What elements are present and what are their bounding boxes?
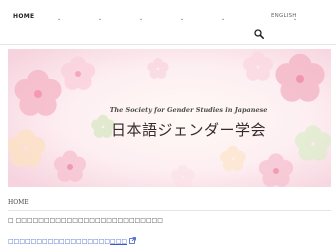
announcement-line: □□□□□□□□□□□□□□□□□□□□□ [8,237,136,245]
floral-background [8,49,331,187]
nav-home-link[interactable]: HOME [13,13,34,20]
nav-menu-5-chevron-down-icon[interactable]: ⌄ [221,16,225,22]
breadcrumb[interactable]: HOME [8,199,29,206]
announcement-text: □□□□□□□□□□□□□□□□□□ [8,238,111,245]
notice-text: □ □□□□□□□□□□□□□□□□□□□□□□□□□□ [8,217,163,224]
society-english-name: The Society for Gender Studies in Japane… [109,106,268,114]
divider [8,210,331,211]
language-chevron-down-icon[interactable]: ⌄ [293,16,297,22]
nav-menu-4-chevron-down-icon[interactable]: ⌄ [180,16,184,22]
announcement-link[interactable]: □□□ [110,238,127,245]
hero-banner: The Society for Gender Studies in Japane… [8,49,331,187]
nav-menu-2-chevron-down-icon[interactable]: ⌄ [98,16,102,22]
search-icon[interactable] [254,29,264,39]
society-japanese-name: 日本語ジェンダー学会 [110,121,266,139]
external-link-icon[interactable] [129,237,136,244]
top-navigation: HOME ⌄ ⌄ ⌄ ⌄ ⌄ ENGLISH ⌄ [0,0,336,45]
nav-menu-1-chevron-down-icon[interactable]: ⌄ [57,16,61,22]
nav-menu-3-chevron-down-icon[interactable]: ⌄ [139,16,143,22]
